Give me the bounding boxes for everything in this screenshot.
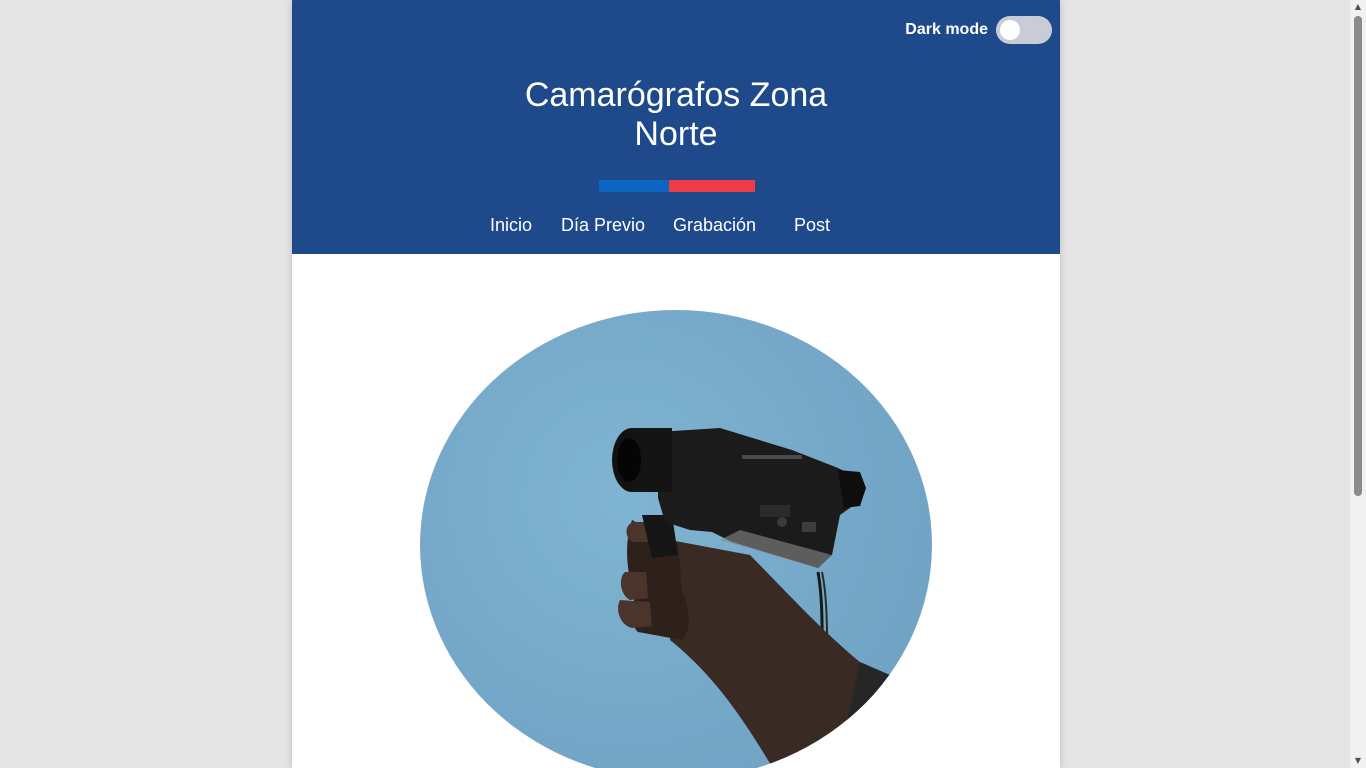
hero-image — [420, 310, 932, 768]
nav-link-dia-previo[interactable]: Día Previo — [561, 212, 645, 238]
flag-red-stripe — [669, 180, 755, 192]
page-scrollbar[interactable]: ▲ ▼ — [1350, 0, 1366, 768]
dark-mode-label: Dark mode — [905, 21, 988, 38]
nav-link-inicio[interactable]: Inicio — [490, 212, 532, 238]
dark-mode-control: Dark mode — [905, 16, 1052, 44]
main-nav: Inicio Día Previo Grabación Post — [292, 212, 1060, 238]
scroll-down-icon[interactable]: ▼ — [1350, 754, 1366, 768]
site-header: Dark mode Camarógrafos Zona Norte Inicio… — [292, 0, 1060, 254]
flag-bar — [599, 180, 755, 192]
dark-mode-toggle[interactable] — [996, 16, 1052, 44]
nav-link-post[interactable]: Post — [794, 212, 830, 238]
site-title-line-1: Camarógrafos Zona — [524, 76, 828, 114]
page-container: Dark mode Camarógrafos Zona Norte Inicio… — [292, 0, 1060, 768]
scroll-up-icon[interactable]: ▲ — [1350, 0, 1366, 14]
flag-blue-stripe — [599, 180, 669, 192]
scrollbar-thumb[interactable] — [1354, 16, 1362, 496]
site-title: Camarógrafos Zona Norte — [292, 76, 1060, 154]
toggle-knob — [1000, 20, 1020, 40]
site-title-line-2: Norte — [634, 115, 718, 153]
hand-holding-video-camera-icon — [612, 428, 900, 768]
nav-link-grabacion[interactable]: Grabación — [673, 212, 756, 238]
